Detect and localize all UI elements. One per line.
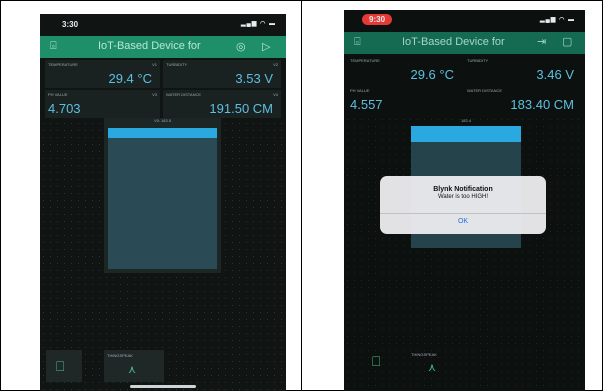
tank-label: 183.4 — [460, 118, 471, 123]
tank-water-surface — [108, 128, 217, 138]
water-distance-value: 191.50 CM — [209, 101, 273, 116]
turbidity-value: 3.53 V — [235, 71, 273, 86]
ph-widget[interactable]: PH VALUE V3 4.703 — [45, 90, 160, 118]
temperature-value: 29.4 °C — [108, 71, 152, 86]
settings-icon[interactable]: ◎ — [236, 40, 246, 53]
app-title: IoT-Based Device for — [402, 36, 505, 48]
dialog-separator — [380, 213, 546, 214]
temperature-widget[interactable]: TEMPERATURE V1 29.4 °C — [45, 60, 160, 88]
thingspeak-button[interactable]: THINGSPEAK ⋏ — [408, 350, 468, 376]
widget-pin: V4 — [273, 92, 278, 97]
signal-wifi-battery-icon: ▂▄▆ ◠ ▬ — [539, 17, 575, 23]
device-icon[interactable]: ⌻ — [50, 40, 57, 53]
widget-label: TEMPERATURE — [48, 62, 78, 67]
app-title-bar: ⌻ IoT-Based Device for ⇥ ▢ — [344, 32, 585, 54]
phone-notification-icon: ⎕ — [372, 353, 381, 369]
phone-notification-icon: ⎕ — [56, 358, 65, 374]
tank-label: V5: 183.5 — [153, 118, 172, 123]
play-icon[interactable]: ▷ — [262, 40, 270, 53]
status-time: 9:30 — [362, 14, 393, 25]
dialog-title: Blynk Notification — [433, 186, 493, 193]
home-indicator[interactable] — [130, 385, 196, 388]
water-distance-value: 183.40 CM — [510, 97, 574, 112]
widget-label: WATER DISTANCE — [467, 88, 503, 93]
temperature-value: 29.6 °C — [410, 67, 454, 82]
right-phone-screen: 9:30 ▂▄▆ ◠ ▬ ⌻ IoT-Based Device for ⇥ ▢ … — [344, 10, 585, 391]
widget-label: PH VALUE — [48, 92, 68, 97]
status-time: 3:30 — [62, 20, 79, 29]
widget-label: TEMPERATURE — [350, 58, 380, 63]
water-distance-widget[interactable]: WATER DISTANCE 183.40 CM — [464, 86, 582, 114]
dialog-ok-button[interactable]: OK — [380, 218, 546, 225]
app-title: IoT-Based Device for — [98, 40, 201, 52]
temperature-widget[interactable]: TEMPERATURE 29.6 °C — [347, 56, 462, 84]
signal-wifi-battery-icon: ▂▄▆ ◠ ▬ — [240, 21, 276, 27]
thingspeak-label: THINGSPEAK — [411, 352, 437, 357]
tank-water-surface — [411, 126, 521, 142]
thingspeak-label: THINGSPEAK — [107, 353, 133, 358]
square-icon[interactable]: ▢ — [562, 35, 572, 48]
widget-label: TURBIDITY — [467, 58, 489, 63]
water-distance-widget[interactable]: WATER DISTANCE V4 191.50 CM — [163, 90, 281, 118]
blynk-notification-dialog: Blynk Notification Water is too HIGH! OK — [380, 176, 546, 234]
status-bar: 3:30 ▂▄▆ ◠ ▬ — [40, 14, 286, 36]
thingspeak-button[interactable]: THINGSPEAK ⋏ — [104, 350, 164, 382]
status-bar: 9:30 ▂▄▆ ◠ ▬ — [344, 10, 585, 32]
ph-value: 4.557 — [350, 97, 383, 112]
widget-pin: V1 — [152, 62, 157, 67]
widget-label: WATER DISTANCE — [166, 92, 202, 97]
app-title-bar: ⌻ IoT-Based Device for ◎ ▷ — [40, 36, 286, 58]
edit-icon[interactable]: ⇥ — [537, 35, 546, 48]
widget-label: TURBIDITY — [166, 62, 188, 67]
panel-divider — [301, 0, 302, 391]
turbidity-widget[interactable]: TURBIDITY 3.46 V — [464, 56, 582, 84]
water-level-tank: V5: 183.5 — [104, 118, 221, 273]
share-nodes-icon: ⋏ — [128, 364, 137, 376]
widget-label: PH VALUE — [350, 88, 370, 93]
phone-app-button[interactable]: ⎕ — [366, 350, 396, 376]
turbidity-value: 3.46 V — [536, 67, 574, 82]
ph-widget[interactable]: PH VALUE 4.557 — [347, 86, 462, 114]
left-phone-screen: 3:30 ▂▄▆ ◠ ▬ ⌻ IoT-Based Device for ◎ ▷ … — [40, 14, 286, 391]
widget-pin: V3 — [152, 92, 157, 97]
widget-pin: V2 — [273, 62, 278, 67]
tank-fill — [108, 128, 217, 269]
dialog-message: Water is too HIGH! — [437, 194, 489, 200]
share-nodes-icon: ⋏ — [428, 362, 437, 374]
turbidity-widget[interactable]: TURBIDITY V2 3.53 V — [163, 60, 281, 88]
ph-value: 4.703 — [48, 101, 81, 116]
phone-app-button[interactable]: ⎕ — [46, 350, 82, 382]
device-icon[interactable]: ⌻ — [354, 36, 361, 49]
